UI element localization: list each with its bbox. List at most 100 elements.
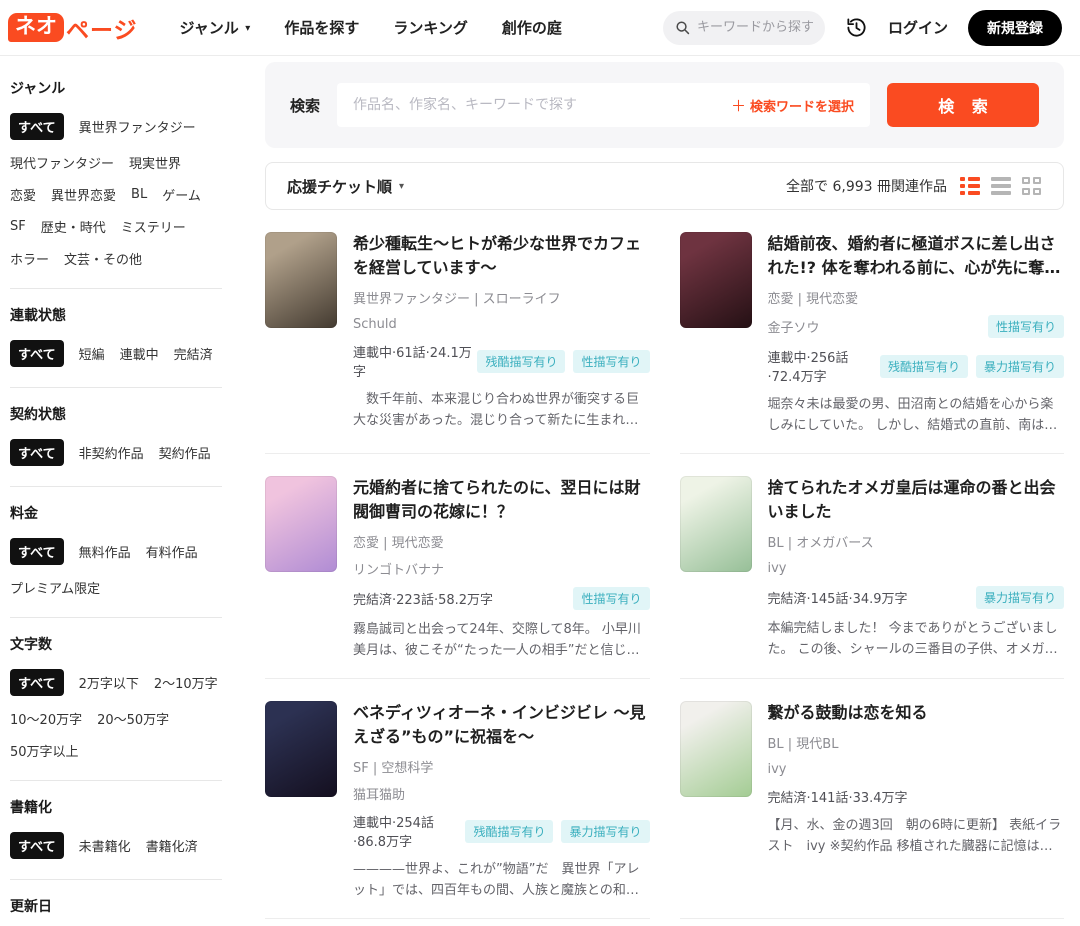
work-genre: 恋愛 | 現代恋愛 — [768, 288, 1065, 307]
search-box[interactable]: ＋ 検索ワードを選択 — [337, 83, 870, 127]
work-card[interactable]: 悪役令嬢に転生した僕は断罪回避を目指します！ BL | ファンタジーBL ivy… — [265, 919, 650, 926]
work-card[interactable]: 結婚前夜、婚約者に極道ボスに差し出された!? 体を奪われる前に、心が先に奪われた… — [680, 210, 1065, 454]
filter-option[interactable]: ホラー — [10, 249, 49, 268]
page-body: ジャンル すべて異世界ファンタジー現代ファンタジー現実世界恋愛異世界恋愛BLゲー… — [0, 56, 1080, 926]
filter-section: ジャンル すべて異世界ファンタジー現代ファンタジー現実世界恋愛異世界恋愛BLゲー… — [10, 62, 222, 289]
keyword-select-button[interactable]: ＋ 検索ワードを選択 — [731, 95, 854, 116]
filter-option[interactable]: 連載中 — [120, 344, 159, 363]
nav-item[interactable]: 作品を探す — [284, 17, 359, 38]
filter-option[interactable]: 現実世界 — [129, 153, 181, 172]
filter-option[interactable]: 非契約作品 — [79, 443, 144, 462]
filter-option[interactable]: すべて — [10, 538, 64, 565]
filter-option[interactable]: 20〜50万字 — [97, 709, 169, 728]
work-search-input[interactable] — [353, 97, 721, 113]
list-detail-view-icon[interactable] — [960, 177, 980, 195]
work-card[interactable]: 麗子様は好き勝手に生きてやる 異世界恋愛 | 悪役令嬢 古芭白あきら 連載中·1… — [680, 919, 1065, 926]
signup-button[interactable]: 新規登録 — [968, 10, 1062, 46]
filter-option[interactable]: すべて — [10, 340, 64, 367]
work-genre: BL | 現代BL — [768, 733, 1065, 752]
work-title[interactable]: 元婚約者に捨てられたのに、翌日には財閥御曹司の花嫁に！？ — [353, 476, 650, 524]
nav-item[interactable]: ランキング — [393, 17, 468, 38]
work-card[interactable]: 希少種転生〜ヒトが希少な世界でカフェを経営しています〜 異世界ファンタジー | … — [265, 210, 650, 454]
stats-badges: 暴力描写有り — [976, 586, 1064, 609]
filter-title: 文字数 — [10, 634, 222, 654]
header-search[interactable] — [663, 11, 825, 45]
nav-item[interactable]: ジャンル ▾ — [180, 17, 251, 38]
filter-option[interactable]: すべて — [10, 439, 64, 466]
filter-title: 書籍化 — [10, 797, 222, 817]
stats-badges: 性描写有り — [573, 587, 649, 610]
work-stats: 完結済·223話·58.2万字 — [353, 589, 573, 608]
cover-thumbnail[interactable] — [680, 476, 752, 572]
content-warning-badge: 暴力描写有り — [976, 586, 1064, 609]
sort-dropdown[interactable]: 応援チケット順 ▾ — [287, 176, 404, 197]
work-title[interactable]: 繋がる鼓動は恋を知る — [768, 701, 1065, 725]
history-icon[interactable] — [845, 16, 868, 39]
filter-option[interactable]: 文芸・その他 — [64, 249, 142, 268]
work-description: 数千年前、本来混じり合わぬ世界が衝突する巨大な災害があった。混じり合って新たに生… — [353, 389, 650, 431]
work-title[interactable]: 希少種転生〜ヒトが希少な世界でカフェを経営しています〜 — [353, 232, 650, 280]
filter-option[interactable]: 書籍化済 — [146, 836, 198, 855]
filter-option[interactable]: ゲーム — [162, 185, 201, 204]
work-title[interactable]: ベネディツィオーネ・インビジビレ 〜見えざる”もの”に祝福を〜 — [353, 701, 650, 749]
filter-option[interactable]: 無料作品 — [79, 542, 131, 561]
filter-option[interactable]: 2万字以下 — [79, 673, 139, 692]
filter-options: すべて非契約作品契約作品 — [10, 439, 222, 466]
work-stats: 連載中·61話·24.1万字 — [353, 342, 477, 380]
work-card[interactable]: ベネディツィオーネ・インビジビレ 〜見えざる”もの”に祝福を〜 SF | 空想科… — [265, 679, 650, 919]
work-stats: 連載中·256話·72.4万字 — [768, 347, 880, 385]
grid-view-icon[interactable] — [1022, 177, 1042, 195]
filter-option[interactable]: ミステリー — [121, 217, 186, 236]
work-card[interactable]: 元婚約者に捨てられたのに、翌日には財閥御曹司の花嫁に！？ 恋愛 | 現代恋愛 リ… — [265, 454, 650, 679]
work-title[interactable]: 捨てられたオメガ皇后は運命の番と出会いました — [768, 476, 1065, 524]
work-description: 堀奈々未は最愛の男、田沼南との結婚を心から楽しみにしていた。 しかし、結婚式の直… — [768, 394, 1065, 436]
work-title[interactable]: 結婚前夜、婚約者に極道ボスに差し出された!? 体を奪われる前に、心が先に奪われた… — [768, 232, 1065, 280]
work-card[interactable]: 繋がる鼓動は恋を知る BL | 現代BL ivy 完結済·141話·33.4万字… — [680, 679, 1065, 919]
stats-badges: 残酷描写有り暴力描写有り — [880, 355, 1064, 378]
work-card[interactable]: 捨てられたオメガ皇后は運命の番と出会いました BL | オメガバース ivy 完… — [680, 454, 1065, 679]
filter-option[interactable]: 現代ファンタジー — [10, 153, 114, 172]
filter-option[interactable]: プレミアム限定 — [10, 578, 100, 597]
filter-section: 連載状態 すべて短編連載中完結済 — [10, 289, 222, 388]
filter-option[interactable]: 恋愛 — [10, 185, 36, 204]
list-view-icon[interactable] — [991, 177, 1011, 195]
work-stats: 連載中·254話·86.8万字 — [353, 812, 465, 850]
filter-option[interactable]: 契約作品 — [159, 443, 211, 462]
cover-thumbnail[interactable] — [265, 701, 337, 797]
chevron-down-icon: ▾ — [242, 23, 251, 34]
filter-option[interactable]: すべて — [10, 113, 64, 140]
cover-thumbnail[interactable] — [265, 232, 337, 328]
work-stats: 完結済·145話·34.9万字 — [768, 588, 976, 607]
search-submit-button[interactable]: 検 索 — [887, 83, 1039, 127]
cover-thumbnail[interactable] — [680, 232, 752, 328]
filter-option[interactable]: 50万字以上 — [10, 741, 79, 760]
filter-option[interactable]: 有料作品 — [146, 542, 198, 561]
filter-option[interactable]: BL — [131, 187, 147, 202]
header-search-input[interactable] — [697, 20, 813, 35]
results-list: 希少種転生〜ヒトが希少な世界でカフェを経営しています〜 異世界ファンタジー | … — [265, 210, 1064, 926]
filter-title: 更新日 — [10, 896, 222, 916]
filter-option[interactable]: 異世界恋愛 — [51, 185, 116, 204]
filter-option[interactable]: すべて — [10, 832, 64, 859]
filter-section: 書籍化 すべて未書籍化書籍化済 — [10, 781, 222, 880]
filter-option[interactable]: 2〜10万字 — [154, 673, 218, 692]
filter-option[interactable]: 10〜20万字 — [10, 709, 82, 728]
filter-option[interactable]: 未書籍化 — [79, 836, 131, 855]
login-button[interactable]: ログイン — [888, 17, 948, 38]
view-mode-switcher — [960, 177, 1042, 195]
cover-thumbnail[interactable] — [265, 476, 337, 572]
filter-option[interactable]: SF — [10, 219, 26, 234]
filter-option[interactable]: 短編 — [79, 344, 105, 363]
nav-item[interactable]: 創作の庭 — [502, 17, 562, 38]
content-warning-badge: 残酷描写有り — [880, 355, 968, 378]
filter-title: 連載状態 — [10, 305, 222, 325]
filter-option[interactable]: 完結済 — [174, 344, 213, 363]
filter-option[interactable]: 異世界ファンタジー — [79, 117, 196, 136]
content-warning-badge: 性描写有り — [573, 350, 649, 373]
cover-thumbnail[interactable] — [680, 701, 752, 797]
filter-option[interactable]: 歴史・時代 — [41, 217, 106, 236]
filter-options: すべて短編連載中完結済 — [10, 340, 222, 367]
filter-option[interactable]: すべて — [10, 669, 64, 696]
work-author: Schuld — [353, 317, 650, 332]
site-logo[interactable]: ネオ ページ — [8, 11, 138, 45]
